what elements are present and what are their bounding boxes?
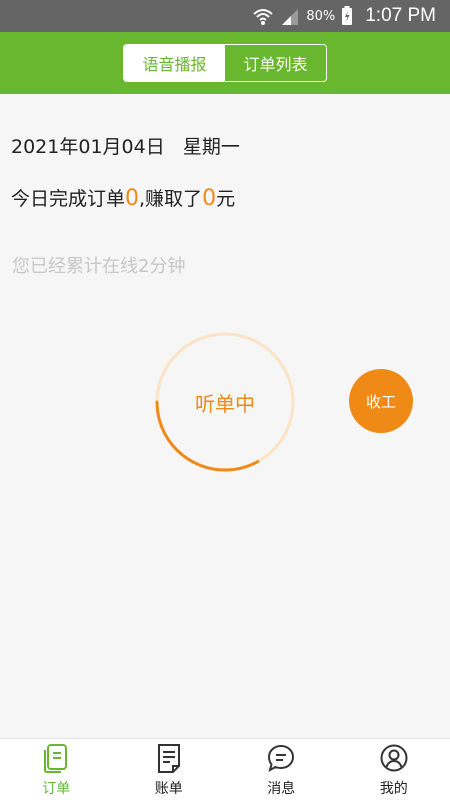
wifi-icon (252, 6, 274, 26)
tab-bills-label: 账单 (154, 781, 183, 797)
tab-messages[interactable]: 消息 (225, 739, 338, 800)
summary-prefix: 今日完成订单 (11, 188, 126, 210)
tab-profile-label: 我的 (379, 781, 408, 797)
message-icon (266, 743, 296, 773)
finish-work-button[interactable]: 收工 (349, 369, 413, 433)
signal-icon (280, 7, 300, 25)
header: 语音播报 订单列表 (0, 32, 450, 94)
summary-middle: ,赚取了 (139, 188, 203, 210)
date-line: 2021年01月04日 星期一 (11, 132, 240, 159)
online-duration: 您已经累计在线2分钟 (12, 256, 186, 277)
tab-orders[interactable]: 订单 (0, 739, 113, 800)
tab-order-list[interactable]: 订单列表 (225, 45, 326, 81)
bottom-tab-bar: 订单 账单 消息 我的 (0, 738, 450, 800)
listening-label: 听单中 (195, 391, 255, 416)
earned-amount: 0 (202, 186, 217, 211)
status-bar: 80% 1:07 PM (0, 0, 450, 32)
weekday-text: 星期一 (182, 136, 240, 158)
today-summary: 今日完成订单0,赚取了0元 (11, 184, 235, 211)
listening-indicator: 听单中 (154, 331, 296, 473)
summary-suffix: 元 (216, 188, 236, 210)
tab-profile[interactable]: 我的 (338, 739, 450, 800)
status-time: 1:07 PM (365, 5, 436, 26)
bill-icon (154, 743, 184, 773)
segmented-control: 语音播报 订单列表 (123, 44, 327, 82)
tab-bills[interactable]: 账单 (113, 739, 226, 800)
profile-icon (379, 743, 409, 773)
battery-icon (341, 6, 353, 26)
tab-voice-broadcast[interactable]: 语音播报 (124, 45, 225, 81)
orders-count: 0 (125, 186, 140, 211)
date-text: 2021年01月04日 (11, 136, 165, 158)
main-content: 2021年01月04日 星期一 今日完成订单0,赚取了0元 您已经累计在线2分钟… (0, 94, 450, 738)
tab-messages-label: 消息 (267, 781, 296, 797)
order-icon (41, 743, 71, 773)
tab-orders-label: 订单 (42, 781, 71, 797)
battery-percent: 80% (306, 8, 336, 24)
